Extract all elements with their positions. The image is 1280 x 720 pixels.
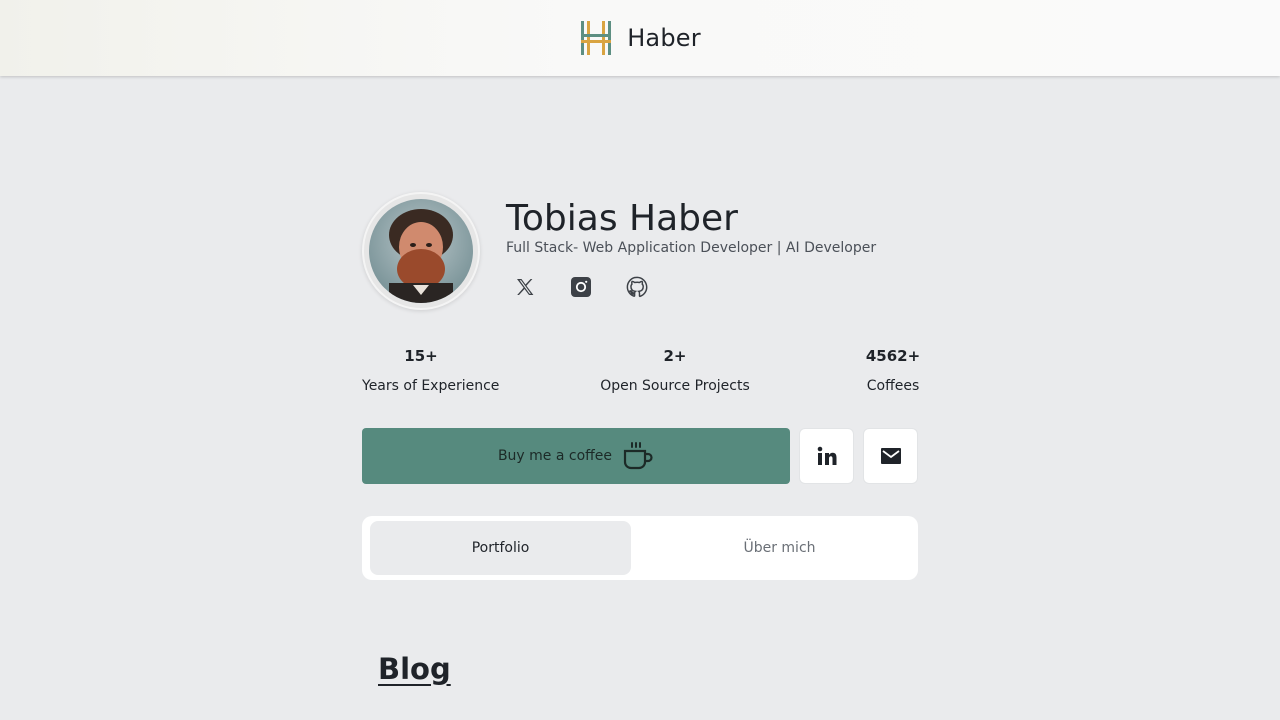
linkedin-icon [817,446,836,465]
stat-experience: 15+ Years of Experience [362,344,500,398]
instagram-icon [571,277,591,297]
linkedin-button[interactable] [799,428,854,484]
stat-value: 2+ [663,347,687,365]
profile-name: Tobias Haber [506,198,738,239]
github-icon [626,276,648,298]
coffee-button-label: Buy me a coffee [497,448,613,464]
blog-heading-link[interactable]: Blog [378,652,451,686]
mail-icon [880,448,901,464]
brand-link[interactable]: Haber [579,18,701,58]
profile-photo [369,199,473,303]
stat-label: Open Source Projects [600,378,750,394]
stats-row: 15+ Years of Experience 2+ Open Source P… [362,344,920,400]
brand-name: Haber [627,24,701,52]
x-icon [517,279,534,295]
buy-me-a-coffee-button[interactable]: Buy me a coffee [362,428,790,484]
stat-label: Years of Experience [362,378,500,394]
github-link[interactable] [626,276,648,298]
stat-projects: 2+ Open Source Projects [600,344,750,398]
profile-tagline: Full Stack- Web Application Developer | … [506,240,877,256]
action-buttons: Buy me a coffee [362,428,918,484]
section-tabs: Portfolio Über mich [362,516,918,580]
stat-value: 4562+ [865,347,921,365]
email-button[interactable] [863,428,918,484]
stat-value: 15+ [404,347,438,365]
coffee-cup-icon [623,442,653,470]
x-link[interactable] [514,276,536,298]
tab-portfolio[interactable]: Portfolio [370,521,631,575]
social-links [514,276,648,298]
tab-ueber-mich[interactable]: Über mich [649,521,910,575]
haber-logo-icon [581,21,612,55]
instagram-link[interactable] [570,276,592,298]
avatar [362,192,480,310]
stat-label: Coffees [866,378,920,394]
top-bar: Haber [0,0,1280,76]
stat-coffees: 4562+ Coffees [858,344,928,398]
